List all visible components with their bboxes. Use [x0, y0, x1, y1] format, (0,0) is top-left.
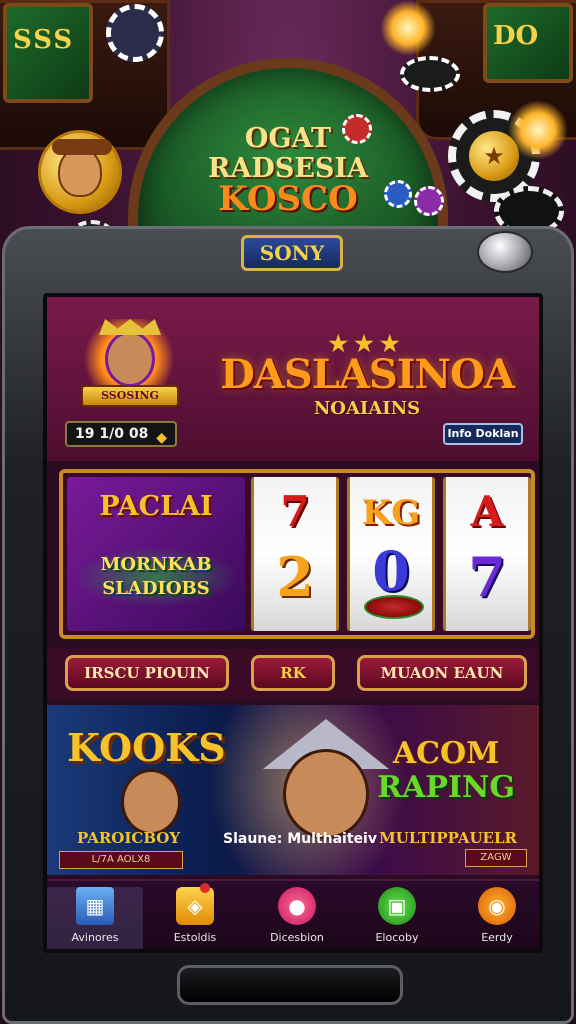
promo-right-title-top: ACOM	[392, 736, 500, 771]
red-chip-icon	[342, 114, 372, 144]
game-logo: ★★★ DASLASINOA NOAIAINS	[207, 331, 527, 419]
reel-promo-subtitle: MORNKAB SLADIOBS	[73, 547, 239, 607]
reel-promo-title: PACLAI	[99, 491, 213, 522]
portrait-coin-icon	[38, 130, 122, 214]
promo-right-sublabel: ZAGW	[465, 849, 527, 867]
shield-icon: ◈	[176, 883, 214, 925]
machine-badge: SONY	[241, 235, 343, 271]
reel-2-symbol-bottom: 0	[372, 539, 410, 603]
logo-stars: ★★★	[328, 331, 406, 357]
promo-banner[interactable]: KOOKS ACOM RAPING PAROICBOY Slaune: Mult…	[47, 705, 539, 875]
nav-label: Estoldis	[173, 931, 217, 944]
purple-chip-icon	[414, 186, 444, 216]
nav-label: Avinores	[71, 931, 119, 944]
nav-item-dicesbion[interactable]: ● Dicesbion	[249, 887, 345, 949]
lamp-glow-right	[508, 100, 568, 160]
machine-knob[interactable]	[477, 231, 533, 273]
reel-3-symbol-bottom: 7	[468, 545, 506, 609]
nav-label: Eerdy	[481, 931, 513, 944]
control-row: IRSCU PIOUIN RK MUAON EAUN	[47, 649, 539, 699]
reel-1: 7 2	[251, 477, 339, 631]
reel-2-symbol-top: KG	[361, 493, 421, 533]
notification-dot	[200, 883, 210, 893]
machine-screen: SSOSING 19 1/0 08 ◆ ★★★ DASLASINOA NOAIA…	[43, 293, 543, 953]
reel-promo-sub-line-2: SLADIOBS	[102, 578, 210, 599]
logo-title: DASLASINOA	[220, 351, 515, 398]
avatar-face	[105, 331, 155, 387]
reel-frame: PACLAI MORNKAB SLADIOBS 7 2 KG 0 A 7	[59, 469, 535, 639]
chip-stack-icon	[400, 56, 460, 92]
game-header: SSOSING 19 1/0 08 ◆ ★★★ DASLASINOA NOAIA…	[47, 297, 539, 461]
nav-item-elocoby[interactable]: ▣ Elocoby	[349, 887, 445, 949]
bottom-nav: ▦ Avinores ◈ Estoldis ● Dicesbion ▣ Eloc…	[47, 879, 539, 949]
coin-icon: ◉	[478, 887, 516, 925]
promo-left-label: PAROICBOY	[77, 829, 181, 847]
avatar-name: SSOSING	[81, 385, 179, 407]
cowboy-face	[52, 139, 112, 197]
coin-slot	[177, 965, 403, 1005]
reel-1-symbol-top: 7	[280, 487, 310, 536]
nav-item-estoldis[interactable]: ◈ Estoldis	[147, 883, 243, 949]
info-button[interactable]: Info Doklan	[443, 423, 523, 445]
promo-right-title-bottom: RAPING	[377, 770, 515, 805]
character-left	[121, 769, 181, 835]
poker-chip-icon	[106, 4, 164, 62]
reel-1-symbol-bottom: 2	[276, 545, 314, 609]
promo-left-title: KOOKS	[67, 725, 226, 770]
nav-item-avinores[interactable]: ▦ Avinores	[47, 887, 143, 949]
credit-value: 19 1/0 08	[75, 426, 149, 442]
nav-label: Elocoby	[375, 931, 419, 944]
screen-icon: ▣	[378, 887, 416, 925]
promo-right-title: ACOM RAPING	[377, 737, 515, 805]
promo-left-sublabel: L/7A AOLX8	[59, 851, 183, 869]
cherry-icon	[364, 595, 424, 619]
right-cabinet-screen: DO	[483, 3, 573, 83]
reel-3-symbol-top: A	[470, 487, 504, 536]
lamp-glow	[380, 0, 436, 56]
gem-icon: ◆	[156, 430, 167, 446]
spin-button[interactable]: RK	[251, 655, 335, 691]
bet-button[interactable]: IRSCU PIOUIN	[65, 655, 229, 691]
reel-3: A 7	[443, 477, 531, 631]
reel-promo-panel[interactable]: PACLAI MORNKAB SLADIOBS	[67, 477, 245, 631]
grid-icon: ▦	[76, 887, 114, 925]
promo-right-label: MULTIPPAUELR	[379, 829, 517, 847]
left-cabinet-screen: SSS	[3, 3, 93, 103]
promo-center-label: Slaune: Multhaiteiv	[223, 831, 377, 847]
nav-item-eerdy[interactable]: ◉ Eerdy	[449, 887, 539, 949]
background-scene: SSS DO OGAT RADSESIA KOSCO ★	[0, 0, 576, 260]
credit-display: 19 1/0 08 ◆	[65, 421, 177, 447]
slot-machine: SONY SSOSING 19 1/0 08 ◆ ★★★ DASLASINOA …	[2, 226, 574, 1024]
player-avatar[interactable]: SSOSING	[67, 319, 193, 417]
nav-label: Dicesbion	[270, 931, 324, 944]
blue-chip-icon	[384, 180, 412, 208]
max-bet-button[interactable]: MUAON EAUN	[357, 655, 527, 691]
character-center	[283, 749, 369, 839]
reel-promo-sub-line-1: MORNKAB	[100, 554, 212, 575]
reel-2: KG 0	[347, 477, 435, 631]
logo-subtitle: NOAIAINS	[313, 398, 421, 419]
table-title-line-1: OGAT	[244, 123, 332, 154]
chip-icon: ●	[278, 887, 316, 925]
